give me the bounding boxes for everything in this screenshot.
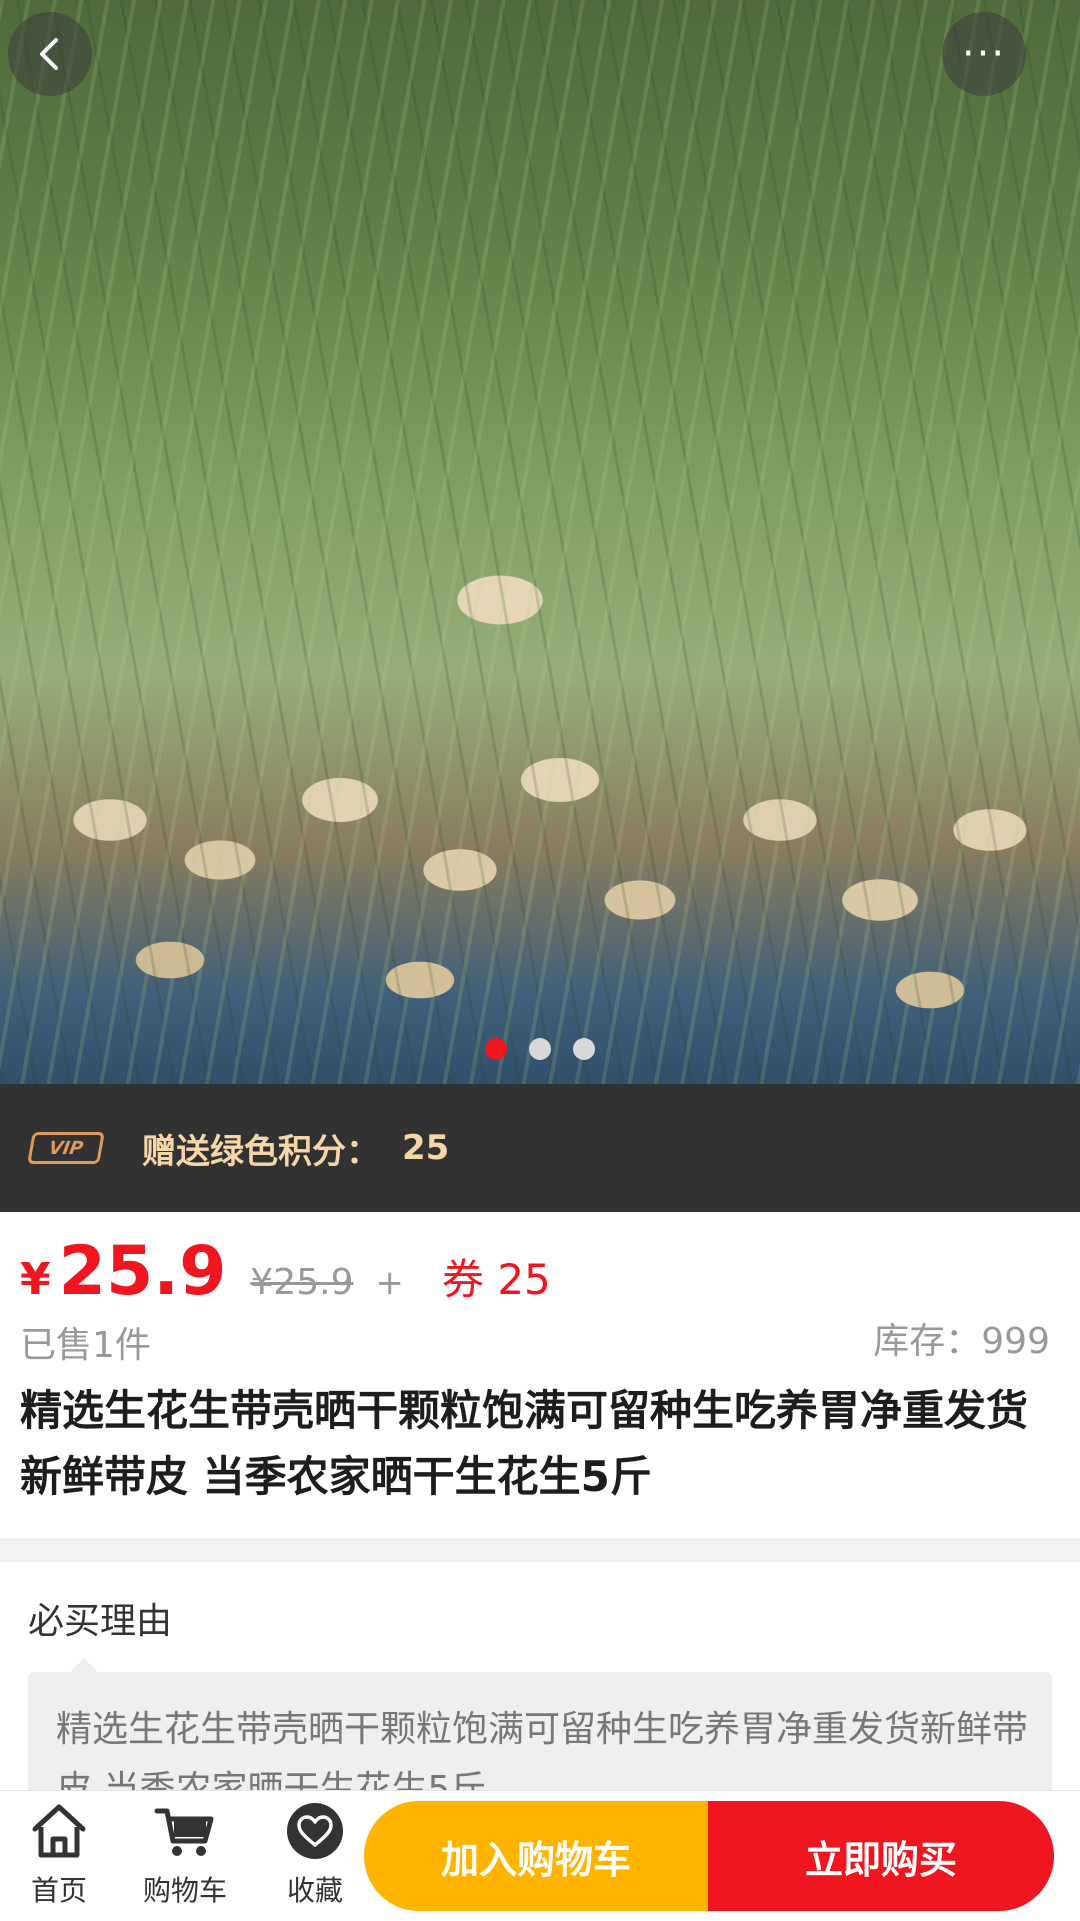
tab-favorite-label: 收藏 <box>286 1874 343 1907</box>
vip-points-value: 25 <box>402 1128 450 1168</box>
currency-symbol: ¥ <box>20 1254 51 1305</box>
more-button[interactable]: ··· <box>942 12 1026 96</box>
bottom-action-bar: 首页 购物车 收藏 加入购物车 立即购买 <box>0 1790 1080 1921</box>
product-title: 精选生花生带壳晒干颗粒饱满可留种生吃养胃净重发货新鲜带皮 当季农家晒干生花生5斤 <box>20 1386 1029 1501</box>
carousel-dot-1[interactable] <box>485 1038 507 1060</box>
buy-now-button[interactable]: 立即购买 <box>708 1801 1054 1911</box>
carousel-indicator <box>0 1038 1080 1060</box>
sold-count: 已售1件 <box>20 1325 151 1366</box>
stock-count: 库存：999 <box>873 1321 1050 1362</box>
reason-heading: 必买理由 <box>28 1601 173 1642</box>
chevron-left-icon <box>40 38 58 70</box>
tab-favorite[interactable]: 收藏 <box>260 1801 370 1909</box>
price-card: ¥ 25.9 ¥25.9 + 券 25 已售1件 库存：999 精选生花生带壳晒… <box>0 1212 1080 1538</box>
current-price: 25.9 <box>58 1232 227 1311</box>
more-dots-icon: ··· <box>961 31 1007 77</box>
product-photo-peanuts <box>0 0 1080 1084</box>
tab-cart[interactable]: 购物车 <box>130 1801 240 1909</box>
add-to-cart-button[interactable]: 加入购物车 <box>364 1801 708 1911</box>
vip-points-bar: VIP 赠送绿色积分： 25 <box>0 1084 1080 1212</box>
vip-points-label: 赠送绿色积分： <box>142 1131 380 1172</box>
price-row: ¥ 25.9 ¥25.9 + 券 25 <box>20 1232 551 1311</box>
home-icon <box>32 1804 86 1858</box>
tab-home-label: 首页 <box>30 1874 87 1907</box>
product-image[interactable]: ··· <box>0 0 1080 1084</box>
plus-sign: + <box>375 1263 404 1303</box>
carousel-dot-2[interactable] <box>529 1038 551 1060</box>
reason-card: 必买理由 精选生花生带壳晒干颗粒饱满可留种生吃养胃净重发货新鲜带皮 当季农家晒干… <box>0 1562 1080 1812</box>
coupon-value: 券 25 <box>441 1255 551 1304</box>
vip-badge-icon: VIP <box>27 1132 105 1164</box>
cart-icon <box>154 1808 214 1856</box>
tab-home[interactable]: 首页 <box>4 1801 114 1909</box>
tab-cart-label: 购物车 <box>142 1874 227 1907</box>
heart-icon <box>287 1803 343 1859</box>
back-button[interactable] <box>8 12 92 96</box>
carousel-dot-3[interactable] <box>573 1038 595 1060</box>
original-price: ¥25.9 <box>250 1262 354 1303</box>
